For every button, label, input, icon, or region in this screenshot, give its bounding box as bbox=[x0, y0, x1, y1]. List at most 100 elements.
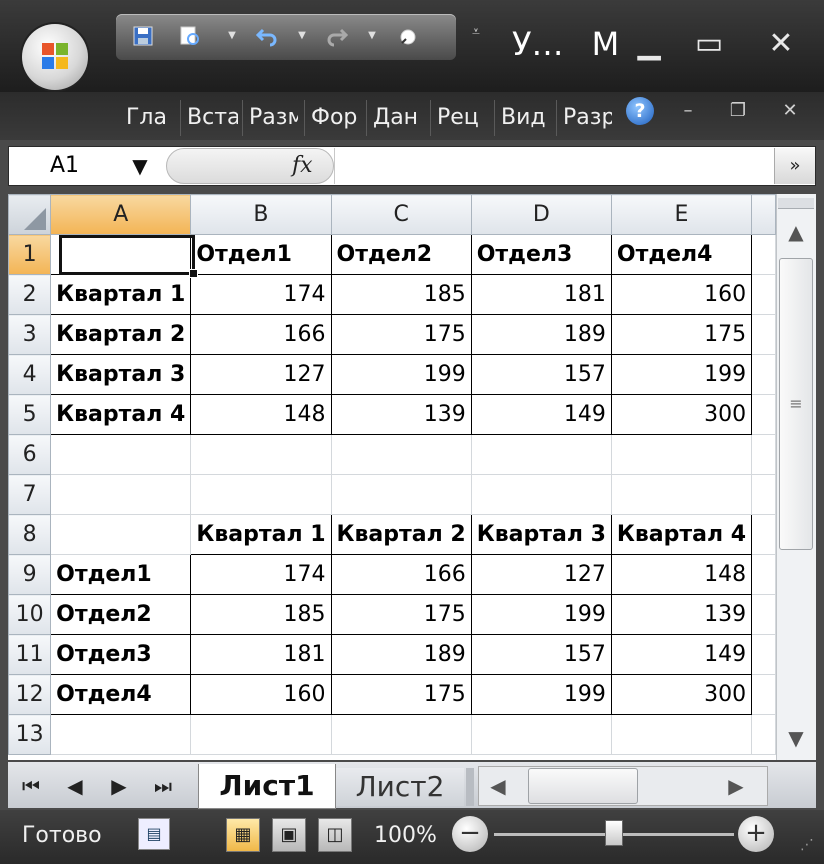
column-header-e[interactable]: E bbox=[610, 194, 753, 235]
tab-split-bar[interactable] bbox=[466, 768, 474, 806]
row-header[interactable]: 13 bbox=[8, 714, 52, 755]
tab-view[interactable]: Вид bbox=[494, 100, 552, 136]
column-header-f[interactable] bbox=[751, 194, 776, 235]
cell-d12[interactable]: 199 bbox=[470, 674, 612, 715]
cell-d6[interactable] bbox=[470, 434, 612, 475]
scroll-right-icon[interactable]: ▶ bbox=[720, 770, 752, 802]
cell-f7[interactable] bbox=[751, 474, 776, 515]
cell-f4[interactable] bbox=[751, 354, 776, 395]
row-header[interactable]: 8 bbox=[8, 514, 52, 555]
cell-e8[interactable]: Квартал 4 bbox=[610, 514, 753, 555]
row-header[interactable]: 3 bbox=[8, 314, 52, 355]
normal-view-icon[interactable]: ▦ bbox=[226, 818, 260, 852]
insert-function-icon[interactable]: fx bbox=[292, 151, 326, 181]
page-break-view-icon[interactable]: ◫ bbox=[318, 818, 352, 852]
cell-a12[interactable]: Отдел4 bbox=[50, 674, 192, 715]
tab-developer[interactable]: Разр bbox=[556, 100, 612, 136]
cell-c8[interactable]: Квартал 2 bbox=[330, 514, 472, 555]
cell-b1[interactable]: Отдел1 bbox=[190, 234, 332, 275]
redo-dropdown-icon[interactable]: ▼ bbox=[366, 30, 378, 42]
cell-b12[interactable]: 160 bbox=[190, 674, 332, 715]
worksheet-grid[interactable]: A B C D E 1 Отдел1 Отдел2 Отдел3 Отдел4 2 Квартал 1… bbox=[8, 194, 776, 760]
ribbon-close-icon[interactable]: ✕ bbox=[778, 100, 802, 122]
scroll-down-icon[interactable]: ▼ bbox=[778, 722, 814, 754]
cell-f9[interactable] bbox=[751, 554, 776, 595]
cell-d13[interactable] bbox=[470, 714, 612, 755]
close-icon[interactable]: ✕ bbox=[756, 22, 806, 66]
prev-sheet-icon[interactable]: ◀ bbox=[60, 770, 90, 802]
save-icon[interactable] bbox=[130, 24, 156, 50]
cell-b5[interactable]: 148 bbox=[190, 394, 332, 435]
expand-formula-bar-icon[interactable]: » bbox=[774, 148, 815, 184]
row-header[interactable]: 12 bbox=[8, 674, 52, 715]
cell-c7[interactable] bbox=[330, 474, 472, 515]
cell-f13[interactable] bbox=[751, 714, 776, 755]
cell-d3[interactable]: 189 bbox=[470, 314, 612, 355]
cell-b8[interactable]: Квартал 1 bbox=[190, 514, 332, 555]
cell-a3[interactable]: Квартал 2 bbox=[50, 314, 192, 355]
cell-d11[interactable]: 157 bbox=[470, 634, 612, 675]
page-layout-view-icon[interactable]: ▣ bbox=[272, 818, 306, 852]
cell-b6[interactable] bbox=[190, 434, 332, 475]
tab-page-layout[interactable]: Разм bbox=[242, 100, 298, 136]
cell-d5[interactable]: 149 bbox=[470, 394, 612, 435]
cell-a10[interactable]: Отдел2 bbox=[50, 594, 192, 635]
cell-b3[interactable]: 166 bbox=[190, 314, 332, 355]
cell-c6[interactable] bbox=[330, 434, 472, 475]
column-header-c[interactable]: C bbox=[330, 194, 472, 235]
first-sheet-icon[interactable]: ⏮ bbox=[16, 770, 46, 802]
column-header-d[interactable]: D bbox=[470, 194, 612, 235]
cell-e5[interactable]: 300 bbox=[610, 394, 753, 435]
cell-b11[interactable]: 181 bbox=[190, 634, 332, 675]
cell-f1[interactable] bbox=[751, 234, 776, 275]
cell-b10[interactable]: 185 bbox=[190, 594, 332, 635]
customize-toolbar-icon[interactable]: ⩡ bbox=[466, 24, 486, 46]
row-header[interactable]: 6 bbox=[8, 434, 52, 475]
cell-e7[interactable] bbox=[610, 474, 753, 515]
cell-e4[interactable]: 199 bbox=[610, 354, 753, 395]
cell-c10[interactable]: 175 bbox=[330, 594, 472, 635]
cell-c12[interactable]: 175 bbox=[330, 674, 472, 715]
tab-data[interactable]: Дан bbox=[366, 100, 424, 136]
cell-f2[interactable] bbox=[751, 274, 776, 315]
cell-e1[interactable]: Отдел4 bbox=[610, 234, 753, 275]
zoom-slider-thumb[interactable] bbox=[605, 820, 623, 846]
row-header[interactable]: 7 bbox=[8, 474, 52, 515]
cell-c3[interactable]: 175 bbox=[330, 314, 472, 355]
redo-icon[interactable] bbox=[324, 24, 350, 50]
cell-a5[interactable]: Квартал 4 bbox=[50, 394, 192, 435]
undo-dropdown-icon[interactable]: ▼ bbox=[296, 30, 308, 42]
sheet-tab-2[interactable]: Лист2 bbox=[336, 768, 464, 806]
row-header[interactable]: 10 bbox=[8, 594, 52, 635]
print-dropdown-icon[interactable]: ▼ bbox=[226, 30, 238, 42]
spelling-icon[interactable] bbox=[396, 24, 422, 50]
macro-record-icon[interactable]: ▤ bbox=[138, 818, 170, 850]
row-header[interactable]: 2 bbox=[8, 274, 52, 315]
cell-e10[interactable]: 139 bbox=[610, 594, 753, 635]
cell-c5[interactable]: 139 bbox=[330, 394, 472, 435]
formula-input[interactable] bbox=[334, 148, 771, 184]
cell-d2[interactable]: 181 bbox=[470, 274, 612, 315]
row-header[interactable]: 9 bbox=[8, 554, 52, 595]
cell-f10[interactable] bbox=[751, 594, 776, 635]
cell-c13[interactable] bbox=[330, 714, 472, 755]
cell-d10[interactable]: 199 bbox=[470, 594, 612, 635]
cell-a6[interactable] bbox=[50, 434, 192, 475]
cell-c11[interactable]: 189 bbox=[330, 634, 472, 675]
cell-a4[interactable]: Квартал 3 bbox=[50, 354, 192, 395]
cell-a8[interactable] bbox=[50, 514, 192, 555]
cell-a7[interactable] bbox=[50, 474, 192, 515]
cell-b7[interactable] bbox=[190, 474, 332, 515]
minimize-icon[interactable]: ▁ bbox=[624, 22, 674, 66]
vertical-split-box[interactable] bbox=[778, 198, 814, 209]
help-icon[interactable]: ? bbox=[626, 97, 654, 125]
horizontal-scroll-thumb[interactable] bbox=[528, 768, 638, 804]
resize-grip-icon[interactable]: ⋰ bbox=[796, 834, 818, 856]
cell-d4[interactable]: 157 bbox=[470, 354, 612, 395]
row-header[interactable]: 5 bbox=[8, 394, 52, 435]
column-header-a[interactable]: A bbox=[50, 194, 192, 235]
cell-a2[interactable]: Квартал 1 bbox=[50, 274, 192, 315]
zoom-out-icon[interactable]: − bbox=[452, 816, 488, 852]
sheet-tab-1[interactable]: Лист1 bbox=[198, 764, 336, 809]
tab-insert[interactable]: Вста bbox=[180, 100, 238, 136]
